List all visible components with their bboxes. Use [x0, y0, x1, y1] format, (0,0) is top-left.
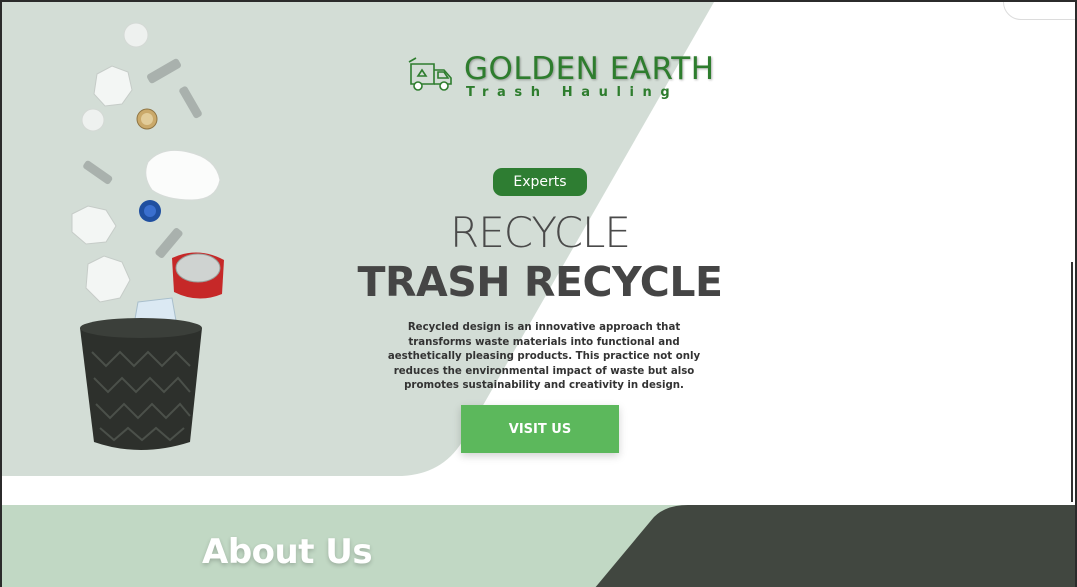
about-title: About Us	[202, 532, 373, 572]
page-frame: GOLDEN EARTH Trash Hauling Experts RECYC…	[0, 0, 1077, 587]
dark-panel	[595, 505, 1075, 587]
about-section	[2, 505, 1075, 587]
hero-description: Recycled design is an innovative approac…	[387, 322, 701, 391]
hero-headline-bold: TRASH RECYCLE	[357, 258, 723, 306]
experts-badge: Experts	[493, 168, 587, 196]
brand-name: GOLDEN EARTH	[464, 51, 715, 87]
scroll-edge	[1071, 262, 1073, 502]
hero-headline-light: RECYCLE	[450, 208, 631, 257]
visit-us-button[interactable]: VISIT US	[461, 405, 619, 453]
brand-logo[interactable]: GOLDEN EARTH Trash Hauling	[406, 52, 715, 100]
brand-text: GOLDEN EARTH Trash Hauling	[464, 52, 715, 100]
recycling-truck-icon	[408, 57, 452, 91]
corner-card	[1003, 2, 1075, 20]
brand-tagline: Trash Hauling	[466, 85, 679, 100]
